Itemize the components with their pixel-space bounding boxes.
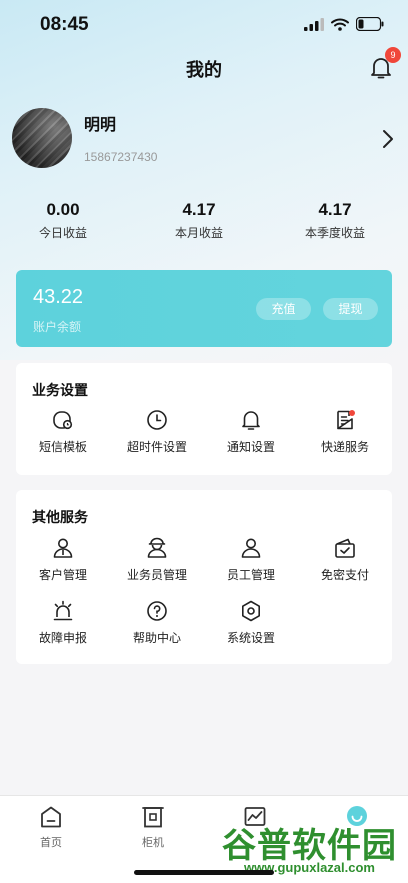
stat-value: 0.00 [46,200,80,219]
tab-label: 首页 [40,836,62,849]
hex-gear-icon [242,600,260,622]
stat-label: 本季度收益 [304,226,365,240]
battery-icon [356,17,384,31]
system-settings-item[interactable]: 系统设置 [204,599,298,646]
status-time: 08:45 [40,14,89,35]
balance-value: 43.22 [33,286,84,308]
notification-badge: 9 [385,47,401,63]
grid-label: 免密支付 [320,568,369,582]
cabinet-icon [142,807,164,828]
stat-label: 今日收益 [38,226,87,240]
stat-value: 4.17 [182,200,216,219]
help-icon [147,601,167,621]
chevron-right-icon[interactable] [380,128,396,150]
status-bar: 08:45 [0,0,408,50]
stat-today[interactable]: 0.00 今日收益 [8,200,118,241]
tab-cabinet[interactable]: 柜机 [118,804,188,850]
section-title: 业务设置 [32,383,88,399]
grid-label: 员工管理 [226,568,275,582]
password-free-payment-item[interactable]: 免密支付 [298,536,392,583]
stat-month[interactable]: 4.17 本月收益 [144,200,254,241]
user-name: 明明 [84,115,117,134]
balance-card: 43.22 账户余额 充值 提现 [16,270,392,347]
express-service-item[interactable]: 快递服务 [298,408,392,455]
avatar[interactable] [12,108,72,168]
wifi-icon [331,18,349,31]
grid-label: 超时件设置 [126,440,187,454]
withdraw-button[interactable]: 提现 [323,298,378,320]
page-title: 我的 [186,60,222,81]
clock-icon [147,410,167,430]
earnings-stats: 0.00 今日收益 4.17 本月收益 4.17 本季度收益 [0,200,408,245]
notification-settings-item[interactable]: 通知设置 [204,408,298,455]
grid-label: 故障申报 [38,631,87,645]
grid-label: 短信模板 [38,440,87,454]
grid-label: 快递服务 [320,440,369,454]
customer-management-item[interactable]: 客户管理 [16,536,110,583]
fault-report-item[interactable]: 故障申报 [16,599,110,646]
tab-home[interactable]: 首页 [16,804,86,850]
signal-icon [304,17,324,31]
notification-button[interactable]: 9 [366,47,401,83]
stat-value: 4.17 [318,200,352,219]
alarm-light-icon [53,600,73,621]
staff-management-item[interactable]: 员工管理 [204,536,298,583]
user-phone: 15867237430 [84,150,158,164]
stat-quarter[interactable]: 4.17 本季度收益 [280,200,390,241]
help-center-item[interactable]: 帮助中心 [110,599,204,646]
recharge-button[interactable]: 充值 [256,298,311,320]
grid-label: 业务员管理 [126,568,187,582]
tab-label: 柜机 [142,836,164,849]
customer-icon [53,538,73,558]
courier-management-item[interactable]: 业务员管理 [110,536,204,583]
grid-label: 帮助中心 [132,631,181,645]
grid-label: 客户管理 [38,568,87,582]
grid-label: 系统设置 [226,631,275,645]
grid-label: 通知设置 [226,440,275,454]
sms-template-item[interactable]: 短信模板 [16,408,110,455]
stat-label: 本月收益 [174,226,223,240]
home-indicator [134,870,274,875]
home-icon [41,806,61,828]
section-title: 其他服务 [32,510,88,526]
express-doc-icon [337,410,355,430]
wallet-check-icon [335,538,355,558]
timeout-settings-item[interactable]: 超时件设置 [110,408,204,455]
bell-icon [242,411,260,430]
status-icons [304,17,384,31]
other-services-card: 其他服务 客户管理 业务员管理 员工管理 免密支付 故障申报 帮助中心 系统设置 [16,490,392,664]
staff-icon [241,538,261,558]
business-settings-card: 业务设置 短信模板 超时件设置 通知设置 快递服务 [16,363,392,475]
balance-label: 账户余额 [33,320,82,334]
sms-template-icon [53,411,73,430]
courier-icon [147,537,167,558]
